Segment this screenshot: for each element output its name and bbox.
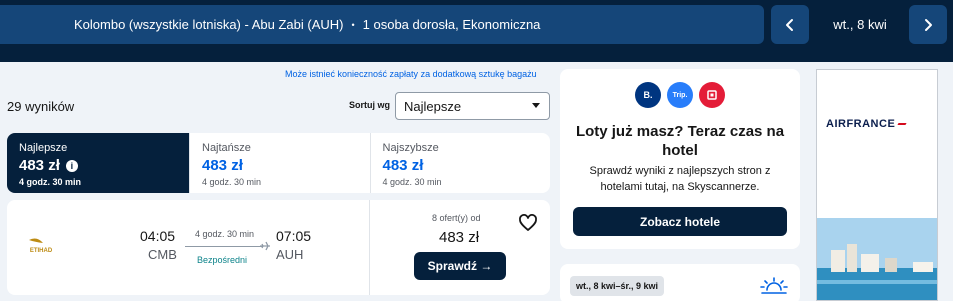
tab-cheapest[interactable]: Najtańsze 483 zł 4 godz. 30 min [189, 133, 370, 193]
hotels-logo [699, 82, 725, 108]
departure-time: 04:05 [140, 228, 176, 244]
tab-label: Najszybsze [382, 142, 439, 154]
separator-dot: • [351, 19, 355, 30]
card-divider [369, 200, 370, 295]
tab-label: Najtańsze [202, 142, 251, 154]
ad-photo [817, 218, 937, 300]
flight-duration: 4 godz. 30 min [195, 229, 255, 239]
sort-value: Najlepsze [404, 98, 462, 114]
svg-text:ETIHAD: ETIHAD [30, 248, 53, 254]
hotel-promo-subtitle: Sprawdź wyniki z najlepszych stron z hot… [589, 165, 771, 193]
next-date-button[interactable] [909, 5, 947, 44]
select-flight-button[interactable]: Sprawdź → [414, 252, 506, 280]
tab-price: 483 zł [382, 157, 424, 174]
tab-label: Najlepsze [19, 142, 68, 154]
booking-logo: B. [635, 82, 661, 108]
tab-duration: 4 godz. 30 min [202, 177, 262, 187]
sun-icon [760, 277, 788, 294]
tab-duration: 4 godz. 30 min [382, 177, 442, 187]
passengers-text: 1 osoba dorosła, Ekonomiczna [362, 17, 541, 32]
flight-price: 483 zł [439, 229, 480, 246]
heart-icon[interactable] [518, 213, 538, 233]
tab-price-row: 483 zł i [19, 157, 177, 174]
offers-count: 8 ofert(y) od [432, 213, 481, 223]
tab-price: 483 zł [202, 157, 243, 174]
hotel-promo-card: B. Trip. Loty już masz? Teraz czas na ho… [560, 69, 800, 249]
tab-best[interactable]: Najlepsze 483 zł i 4 godz. 30 min [7, 133, 189, 193]
hotels-icon [707, 90, 717, 100]
caret-down-icon [532, 103, 540, 108]
logo-stripe [897, 123, 907, 125]
sort-select[interactable]: Najlepsze [395, 92, 550, 120]
see-hotels-button[interactable]: Zobacz hotele [573, 207, 787, 236]
tab-duration: 4 godz. 30 min [19, 177, 82, 187]
chevron-left-icon [786, 18, 793, 31]
ad-brand-text: AIRFRANCE [826, 118, 896, 130]
etihad-logo: ETIHAD [29, 238, 53, 254]
previous-date-button[interactable] [771, 5, 809, 44]
hotel-promo-title: Loty już masz? Teraz czas na hotel [575, 123, 785, 159]
deal-card[interactable]: wt., 8 kwi–śr., 9 kwi [560, 264, 800, 301]
arrival-airport: AUH [276, 247, 304, 262]
advertisement[interactable]: AIRFRANCE [816, 69, 938, 301]
search-summary[interactable]: Kolombo (wszystkie lotniska) - Abu Zabi … [0, 5, 764, 44]
results-count: 29 wyników [7, 99, 75, 114]
tab-fastest[interactable]: Najszybsze 483 zł 4 godz. 30 min [369, 133, 551, 193]
chevron-right-icon [925, 18, 932, 31]
baggage-fee-link[interactable]: Może istnieć konieczność zapłaty za doda… [285, 69, 537, 79]
sort-label: Sortuj wg [349, 100, 390, 110]
departure-airport: CMB [148, 247, 177, 262]
route-line [185, 246, 263, 247]
sort-tabs: Najlepsze 483 zł i 4 godz. 30 min Najtań… [7, 133, 550, 193]
search-summary-bar: Kolombo (wszystkie lotniska) - Abu Zabi … [0, 0, 953, 62]
flight-result-card[interactable]: ETIHAD 04:05 CMB 4 godz. 30 min Bezpośre… [7, 200, 550, 295]
selected-date[interactable]: wt., 8 kwi [814, 5, 906, 44]
deal-dates: wt., 8 kwi–śr., 9 kwi [570, 276, 665, 296]
tab-price: 483 zł [19, 157, 60, 174]
air-france-logo: AIRFRANCE [826, 118, 907, 130]
arrival-time: 07:05 [276, 228, 312, 244]
plane-icon [260, 241, 270, 251]
stops-label: Bezpośredni [197, 255, 248, 265]
trip-logo: Trip. [667, 82, 693, 108]
info-icon[interactable]: i [65, 159, 78, 172]
route-text: Kolombo (wszystkie lotniska) - Abu Zabi … [74, 17, 344, 32]
